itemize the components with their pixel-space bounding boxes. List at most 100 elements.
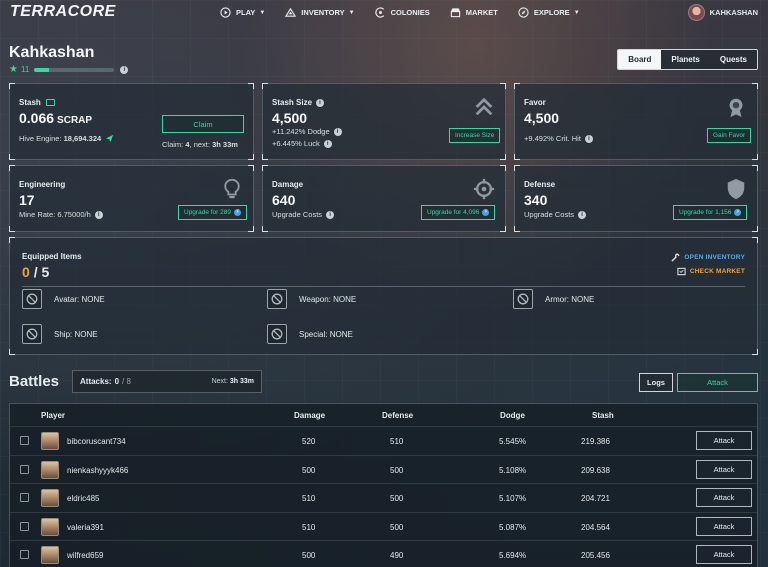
nav-explore-label: EXPLORE (533, 8, 570, 17)
attacks-counter: Attacks: 0 / 8 Next: 3h 33m (72, 370, 262, 393)
damage-label: Damage (272, 180, 304, 189)
profile-name: Kahkashan (9, 44, 95, 61)
player-avatar (41, 432, 59, 450)
level-number: 11 (20, 65, 30, 74)
slot-special[interactable]: Special: NONE (267, 324, 353, 344)
table-row: wilfred659 500 490 5.694% 205.456 Attack (10, 540, 757, 567)
user-menu[interactable]: KAHKASHAN (687, 4, 758, 21)
nav-colonies[interactable]: COLONIES (374, 7, 430, 18)
col-damage: Damage (294, 411, 326, 420)
player-avatar (41, 546, 59, 564)
row-attack-button[interactable]: Attack (696, 459, 752, 479)
player-avatar (41, 460, 59, 479)
slot-weapon[interactable]: Weapon: NONE (267, 289, 356, 309)
slot-ship[interactable]: Ship: NONE (22, 324, 98, 344)
attack-button[interactable]: Attack (677, 373, 758, 392)
player-stash: 204.721 (581, 494, 610, 503)
player-avatar (41, 489, 59, 507)
row-checkbox[interactable] (20, 493, 29, 502)
bolt-icon: ⚡ (233, 209, 241, 216)
info-icon[interactable]: i (316, 98, 325, 107)
terracore-logo[interactable]: TERRACORE (10, 3, 116, 21)
view-tabs: Board Planets Quests (617, 49, 758, 70)
equipped-count: 0 / 5 (22, 264, 50, 280)
table-header: Player Damage Defense Dodge Stash (10, 404, 757, 426)
stash-label: Stash (19, 98, 55, 107)
tab-board[interactable]: Board (618, 50, 662, 69)
row-checkbox[interactable] (20, 521, 29, 531)
stash-size-value: 4,500 (272, 110, 308, 126)
open-inventory-link[interactable]: OPEN INVENTORY (671, 253, 745, 262)
tab-planets[interactable]: Planets (661, 50, 710, 69)
tab-quests[interactable]: Quests (709, 50, 757, 69)
favor-value: 4,500 (524, 110, 560, 126)
info-icon[interactable]: i (120, 65, 129, 74)
empty-slot-icon (271, 293, 283, 305)
upgrade-damage-button[interactable]: Upgrade for 4,096 ⚡ (421, 205, 496, 220)
row-checkbox[interactable] (20, 550, 29, 559)
info-icon[interactable]: i (94, 210, 103, 219)
col-stash: Stash (592, 411, 614, 420)
luck-bonus: +6.445% Luck i (272, 139, 332, 148)
empty-slot-icon (26, 328, 38, 340)
play-icon (220, 7, 231, 18)
player-defense: 490 (390, 551, 404, 560)
empty-slot-icon (271, 328, 283, 340)
row-attack-button[interactable]: Attack (696, 488, 752, 507)
bolt-icon: ⚡ (734, 209, 742, 216)
colonies-icon (374, 7, 384, 18)
info-icon[interactable]: i (326, 210, 335, 219)
nav-inventory[interactable]: INVENTORY ▼ (285, 7, 355, 18)
stash-card: Stash 0.066 SCRAP Hive Engine: 18,694.324… (9, 83, 254, 160)
nav-play[interactable]: PLAY ▼ (220, 7, 265, 18)
upgrade-engineering-button[interactable]: Upgrade for 289 ⚡ (178, 205, 247, 220)
empty-slot-icon (26, 293, 38, 305)
wrench-icon (671, 253, 681, 262)
table-row: eldric485 510 500 5.107% 204.721 Attack (10, 483, 757, 511)
check-market-link[interactable]: CHECK MARKET (677, 267, 745, 276)
damage-value: 640 (272, 192, 296, 208)
player-dodge: 5.107% (499, 494, 527, 503)
xp-bar-fill (34, 67, 49, 72)
xp-bar (34, 67, 115, 72)
info-icon[interactable]: i (323, 139, 332, 148)
nav-menu: PLAY ▼ INVENTORY ▼ COLONIES MARKET EXPLO… (220, 7, 600, 18)
equipped-title: Equipped Items (22, 252, 82, 261)
info-icon[interactable]: i (333, 127, 342, 136)
table-row: nienkashyyyk466 500 500 5.108% 209.638 Attack (10, 454, 757, 483)
info-icon[interactable]: i (578, 210, 587, 219)
row-checkbox[interactable] (20, 464, 29, 474)
crosshair-icon (473, 178, 495, 200)
player-defense: 500 (390, 465, 404, 475)
chevron-down-icon: ▼ (573, 9, 580, 16)
chevron-down-icon: ▼ (348, 9, 355, 16)
nav-inventory-label: INVENTORY (301, 8, 345, 17)
send-icon[interactable] (105, 134, 114, 143)
row-attack-button[interactable]: Attack (696, 545, 752, 564)
info-icon[interactable]: i (584, 134, 593, 143)
badge-icon (729, 98, 743, 118)
logs-button[interactable]: Logs (639, 373, 673, 392)
row-attack-button[interactable]: Attack (696, 516, 752, 536)
player-dodge: 5.087% (499, 522, 527, 532)
increase-size-button[interactable]: Increase Size (449, 128, 501, 143)
col-defense: Defense (382, 411, 414, 420)
engineering-card: Engineering 17 Mine Rate: 6.75000/h i Upg… (9, 165, 254, 232)
dodge-bonus: +11.242% Dodge i (272, 127, 342, 136)
row-attack-button[interactable]: Attack (696, 431, 752, 450)
username: KAHKASHAN (709, 8, 758, 17)
slot-avatar[interactable]: Avatar: NONE (22, 289, 105, 309)
gain-favor-button[interactable]: Gain Favor (707, 128, 752, 143)
nav-market-label: MARKET (465, 8, 498, 17)
claim-info: Claim: 4, next: 3h 33m (162, 140, 238, 149)
row-checkbox[interactable] (20, 436, 29, 445)
upgrade-defense-button[interactable]: Upgrade for 1,156 ⚡ (673, 205, 748, 220)
player-stash: 204.564 (581, 522, 610, 532)
favor-card: Favor 4,500 +9.492% Crit. Hit i Gain Favo… (514, 83, 758, 160)
claim-button[interactable]: Claim (162, 115, 244, 133)
nav-explore[interactable]: EXPLORE ▼ (518, 7, 580, 18)
nav-colonies-label: COLONIES (390, 8, 430, 17)
battles-title: Battles (9, 373, 60, 390)
nav-market[interactable]: MARKET (450, 7, 498, 18)
slot-armor[interactable]: Armor: NONE (513, 289, 594, 309)
